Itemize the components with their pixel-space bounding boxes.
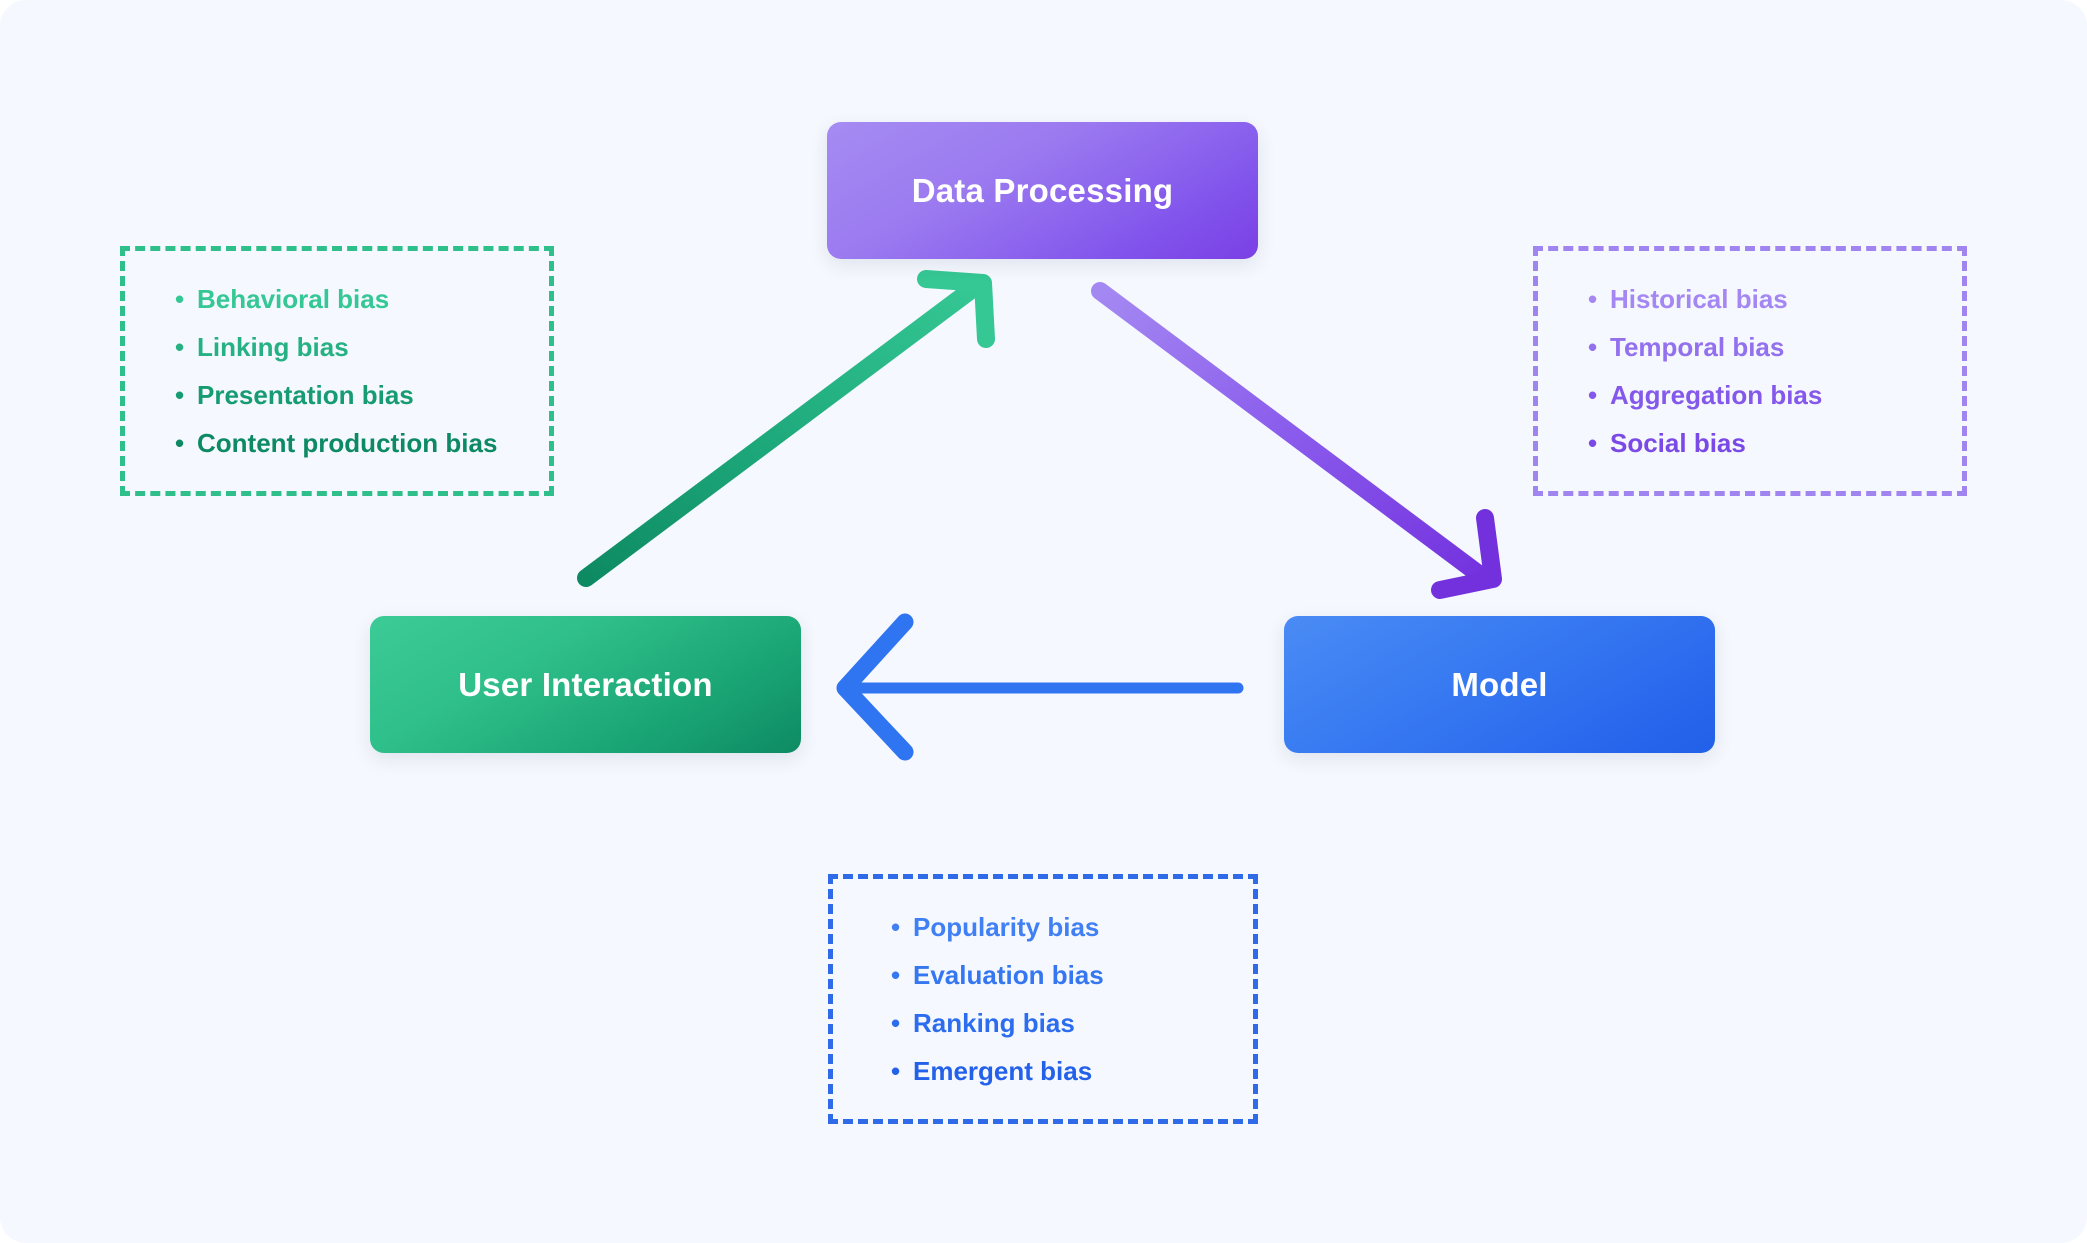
bias-list-item: • Behavioral bias: [175, 275, 549, 323]
bias-label: Linking bias: [197, 332, 349, 362]
bias-list-data-processing: • Historical bias • Temporal bias • Aggr…: [1538, 275, 1962, 467]
node-model[interactable]: Model: [1284, 616, 1715, 753]
bullet-icon: •: [891, 1056, 901, 1086]
bias-box-user-interaction: • Behavioral bias • Linking bias • Prese…: [120, 246, 554, 496]
bias-list-item: • Presentation bias: [175, 371, 549, 419]
arrow-user-interaction-to-data-processing: [577, 270, 995, 587]
bullet-icon: •: [175, 380, 185, 410]
bias-list-item: • Popularity bias: [891, 903, 1253, 951]
bias-list-item: • Aggregation bias: [1588, 371, 1962, 419]
bullet-icon: •: [1588, 332, 1598, 362]
bias-label: Popularity bias: [913, 912, 1100, 942]
bias-list-user-interaction: • Behavioral bias • Linking bias • Prese…: [125, 275, 549, 467]
node-user-interaction-label: User Interaction: [458, 665, 713, 703]
bias-label: Presentation bias: [197, 380, 414, 410]
bias-label: Behavioral bias: [197, 284, 390, 314]
bias-box-data-processing: • Historical bias • Temporal bias • Aggr…: [1533, 246, 1967, 496]
bias-label: Ranking bias: [913, 1008, 1075, 1038]
bias-label: Historical bias: [1610, 284, 1788, 314]
bullet-icon: •: [891, 960, 901, 990]
bias-list-item: • Temporal bias: [1588, 323, 1962, 371]
bias-label: Emergent bias: [913, 1056, 1093, 1086]
bias-label: Evaluation bias: [913, 960, 1104, 990]
bias-list-item: • Content production bias: [175, 419, 549, 467]
bias-list-item: • Evaluation bias: [891, 951, 1253, 999]
bullet-icon: •: [1588, 284, 1598, 314]
bullet-icon: •: [1588, 380, 1598, 410]
bias-list-model: • Popularity bias • Evaluation bias • Ra…: [833, 903, 1253, 1095]
bias-list-item: • Emergent bias: [891, 1047, 1253, 1095]
node-model-label: Model: [1451, 665, 1548, 703]
bias-list-item: • Ranking bias: [891, 999, 1253, 1047]
node-data-processing-label: Data Processing: [911, 171, 1174, 209]
bias-label: Content production bias: [197, 428, 498, 458]
bias-box-model: • Popularity bias • Evaluation bias • Ra…: [828, 874, 1258, 1124]
bias-list-item: • Linking bias: [175, 323, 549, 371]
diagram-canvas: Data Processing User Interaction Model •…: [0, 0, 2087, 1243]
node-data-processing[interactable]: Data Processing: [827, 122, 1258, 259]
bias-label: Temporal bias: [1610, 332, 1785, 362]
arrow-model-to-user-interaction: [836, 613, 1244, 761]
bias-label: Social bias: [1610, 428, 1746, 458]
bullet-icon: •: [175, 428, 185, 458]
bullet-icon: •: [175, 284, 185, 314]
bullet-icon: •: [891, 1008, 901, 1038]
bullet-icon: •: [891, 912, 901, 942]
bias-list-item: • Historical bias: [1588, 275, 1962, 323]
bullet-icon: •: [1588, 428, 1598, 458]
arrow-data-processing-to-model: [1091, 282, 1502, 599]
bias-label: Aggregation bias: [1610, 380, 1823, 410]
bias-list-item: • Social bias: [1588, 419, 1962, 467]
bullet-icon: •: [175, 332, 185, 362]
node-user-interaction[interactable]: User Interaction: [370, 616, 801, 753]
